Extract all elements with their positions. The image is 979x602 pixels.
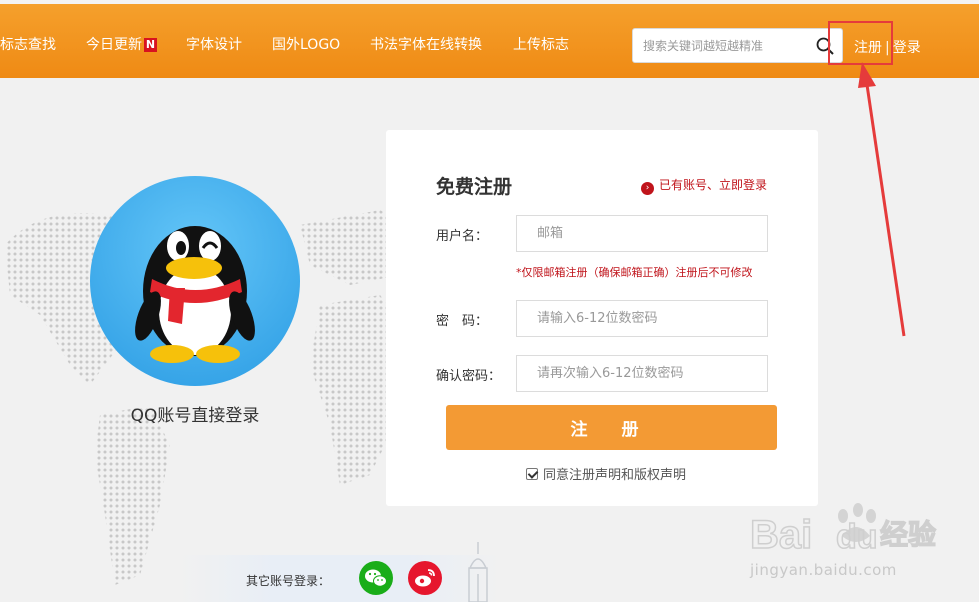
username-hint: *仅限邮箱注册（确保邮箱正确）注册后不可修改 (516, 266, 753, 279)
confirm-password-input[interactable] (517, 356, 767, 391)
social-login-bar (180, 555, 500, 602)
search-box (632, 28, 843, 63)
register-link[interactable]: 注册 (854, 40, 882, 56)
qq-login-label[interactable]: QQ账号直接登录 (100, 401, 290, 426)
nav-foreign-logo[interactable]: 国外LOGO (272, 34, 340, 54)
social-login-label: 其它账号登录： (246, 574, 331, 588)
username-label: 用户名： (436, 229, 489, 244)
register-submit-button[interactable]: 注 册 (446, 405, 777, 450)
annotation-arrow-icon (858, 62, 906, 337)
login-link-label: 已有账号、立即登录 (659, 178, 768, 192)
qq-login-avatar[interactable] (90, 176, 300, 386)
search-icon[interactable] (816, 37, 834, 55)
nav-today-updates-label: 今日更新 (86, 37, 142, 53)
confirm-password-field-wrapper (516, 355, 768, 392)
top-nav-bar: 标志查找 今日更新N 字体设计 国外LOGO 书法字体在线转换 上传标志 注册|… (0, 0, 979, 78)
building-illustration (468, 542, 488, 602)
svg-text:Bai: Bai (750, 513, 812, 557)
nav-logo-search[interactable]: 标志查找 (0, 34, 56, 54)
watermark-url: jingyan.baidu.com (750, 561, 897, 579)
password-label: 密 码： (436, 314, 489, 329)
new-badge: N (144, 38, 157, 52)
nav-today-updates[interactable]: 今日更新 N (86, 34, 157, 54)
agree-checkbox[interactable] (526, 468, 538, 480)
username-input[interactable] (517, 216, 767, 251)
baidu-jingyan-logo: Bai du 经验 (750, 503, 937, 558)
confirm-password-label: 确认密码： (436, 369, 502, 384)
password-input[interactable] (517, 301, 767, 336)
form-title: 免费注册 (436, 176, 513, 198)
login-link-header[interactable]: 登录 (893, 40, 921, 56)
svg-text:du: du (836, 518, 878, 556)
chevron-right-icon: › (641, 182, 654, 195)
nav-upload-logo[interactable]: 上传标志 (513, 34, 569, 54)
wechat-icon[interactable] (359, 561, 393, 595)
username-field-wrapper (516, 215, 768, 252)
password-field-wrapper (516, 300, 768, 337)
agree-terms: 同意注册声明和版权声明 (526, 464, 686, 483)
auth-links: 注册 | 登录 (854, 37, 921, 57)
auth-separator: | (885, 40, 890, 56)
register-card: 免费注册 › 已有账号、立即登录 用户名： *仅限邮箱注册（确保邮箱正确）注册后不… (386, 130, 818, 506)
qq-penguin-icon (135, 226, 255, 363)
nav-font-design[interactable]: 字体设计 (186, 34, 242, 54)
agree-terms-label[interactable]: 同意注册声明和版权声明 (543, 468, 686, 483)
svg-text:经验: 经验 (880, 518, 936, 551)
search-input[interactable] (633, 29, 803, 62)
login-link[interactable]: › 已有账号、立即登录 (641, 176, 767, 195)
weibo-icon[interactable] (408, 561, 442, 595)
nav-calligraphy-converter[interactable]: 书法字体在线转换 (370, 34, 482, 54)
